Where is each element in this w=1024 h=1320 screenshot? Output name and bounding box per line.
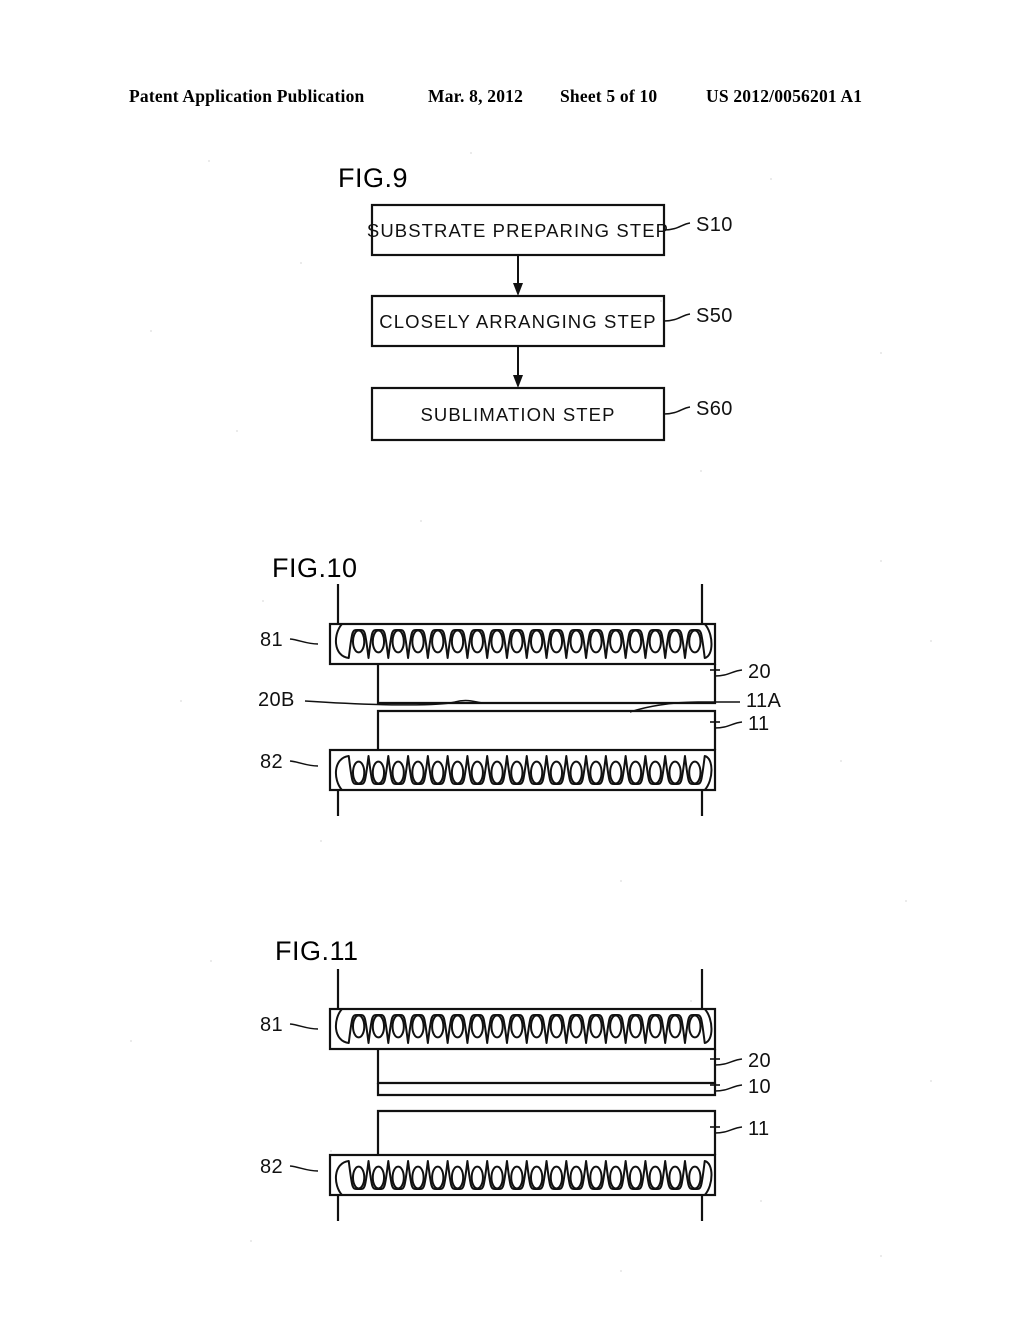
scan-speckle: [236, 430, 238, 432]
figure-10-label-20B: 20B: [258, 689, 295, 711]
figure-10-upper-block-20: 20: [376, 661, 771, 705]
flowchart-step-2-label: CLOSELY ARRANGING STEP: [379, 311, 656, 332]
scan-speckle: [150, 330, 152, 332]
flowchart-step-2-leader: [663, 313, 691, 322]
scan-speckle: [130, 1040, 132, 1042]
figure-11-label-11: 11: [748, 1118, 770, 1140]
figure-10-label-11: 11: [748, 713, 770, 735]
scan-speckle: [660, 300, 662, 302]
figure-10-lower-block-11-outline: [376, 709, 717, 750]
figure-10-label-81-leader: [289, 638, 319, 645]
figure-11-upper-block-20-outline: [376, 1049, 717, 1085]
figure-11-thin-layer-10-outline: [376, 1083, 717, 1097]
header-sheet-text: Sheet 5 of 10: [560, 86, 658, 106]
figure-10-upper-heater-coil: [335, 623, 713, 659]
flowchart-arrow-1: [513, 255, 523, 296]
scan-speckle: [905, 900, 907, 902]
scan-speckle: [330, 1150, 332, 1152]
figure-10-surface-11A: 11A: [629, 690, 782, 713]
figure-10-upper-block-20-outline: [376, 664, 717, 705]
figure-9-flowchart: SUBSTRATE PREPARING STEP S10 CLOSELY ARR…: [330, 195, 750, 460]
figure-9-title: FIG.9: [338, 163, 409, 193]
figure-10-lower-heater-coil: [335, 755, 713, 791]
figure-10-label-11A: 11A: [746, 690, 782, 712]
flowchart-step-1: SUBSTRATE PREPARING STEP S10: [367, 203, 733, 257]
figure-10-lower-block-11: 11: [376, 709, 770, 750]
scan-speckle: [210, 960, 212, 962]
figure-10-surface-20B: 20B: [258, 689, 483, 711]
flowchart-step-3-leader: [663, 406, 691, 415]
figure-10-label-81: 81: [260, 629, 283, 651]
scan-speckle: [320, 840, 322, 842]
figure-11-upper-block-20: 20: [376, 1049, 771, 1085]
figure-11-label-81-leader: [289, 1023, 319, 1030]
figure-11-upper-heater: 81: [260, 969, 717, 1051]
figure-11-label-20: 20: [748, 1050, 771, 1072]
page-header: Patent Application Publication Mar. 8, 2…: [0, 86, 1024, 112]
flowchart-step-2-ref: S50: [696, 305, 733, 327]
figure-11-upper-heater-coil: [335, 1008, 713, 1044]
scan-speckle: [180, 700, 182, 702]
scan-speckle: [300, 262, 302, 264]
figure-10-upper-heater: 81: [260, 584, 717, 666]
figure-10-label-82: 82: [260, 751, 283, 773]
figure-11-label-10: 10: [748, 1076, 771, 1098]
flowchart-step-2: CLOSELY ARRANGING STEP S50: [370, 294, 733, 348]
figure-10-label-20-leader: [714, 669, 743, 677]
figure-11-title: FIG.11: [275, 936, 359, 966]
figure-10-lower-heater: 82: [260, 748, 717, 816]
figure-11-label-20-leader: [714, 1058, 743, 1066]
scan-speckle: [770, 178, 772, 180]
scan-speckle: [760, 1200, 762, 1202]
scan-speckle: [250, 1240, 252, 1242]
scan-speckle: [420, 520, 422, 522]
figure-11-lower-heater-coil: [335, 1160, 713, 1196]
figure-11-label-81: 81: [260, 1014, 283, 1036]
flowchart-step-1-label: SUBSTRATE PREPARING STEP: [367, 220, 669, 241]
figure-10-label-20: 20: [748, 661, 771, 683]
scan-speckle: [208, 160, 210, 162]
scan-speckle: [930, 1080, 932, 1082]
flowchart-step-3: SUBLIMATION STEP S60: [370, 386, 733, 442]
scan-speckle: [470, 152, 472, 154]
figure-11-lower-block-11-outline: [376, 1109, 717, 1155]
scan-speckle: [700, 470, 702, 472]
figure-11-lower-block-11: 11: [376, 1109, 770, 1155]
scan-speckle: [930, 640, 932, 642]
flowchart-step-3-ref: S60: [696, 398, 733, 420]
figure-11-label-82: 82: [260, 1156, 283, 1178]
flowchart-step-3-label: SUBLIMATION STEP: [420, 404, 615, 425]
scan-speckle: [880, 1255, 882, 1257]
scan-speckle: [690, 1000, 692, 1002]
figure-10-label-82-leader: [289, 760, 319, 767]
scan-speckle: [620, 1270, 622, 1272]
figure-11-cross-section: 81 20 10 11 82: [250, 965, 771, 1225]
scan-speckle: [880, 352, 882, 354]
figure-11-label-82-leader: [289, 1165, 319, 1172]
scan-speckle: [262, 600, 264, 602]
scan-speckle: [840, 760, 842, 762]
scan-speckle: [620, 880, 622, 882]
figure-11-lower-heater: 82: [260, 1153, 717, 1221]
figure-10-cross-section: 81 20 20B 11A 11 82: [250, 580, 781, 820]
flowchart-arrow-2: [513, 346, 523, 388]
figure-11-label-10-leader: [714, 1084, 743, 1092]
header-date-text: Mar. 8, 2012: [428, 86, 524, 106]
figure-10-label-11-leader: [714, 721, 743, 729]
figure-11-label-11-leader: [714, 1126, 743, 1134]
header-document-number: US 2012/0056201 A1: [706, 86, 863, 106]
flowchart-step-1-ref: S10: [696, 214, 733, 236]
figure-11-thin-layer-10: 10: [376, 1076, 771, 1098]
header-publication-text: Patent Application Publication: [129, 86, 365, 106]
scan-speckle: [880, 560, 882, 562]
